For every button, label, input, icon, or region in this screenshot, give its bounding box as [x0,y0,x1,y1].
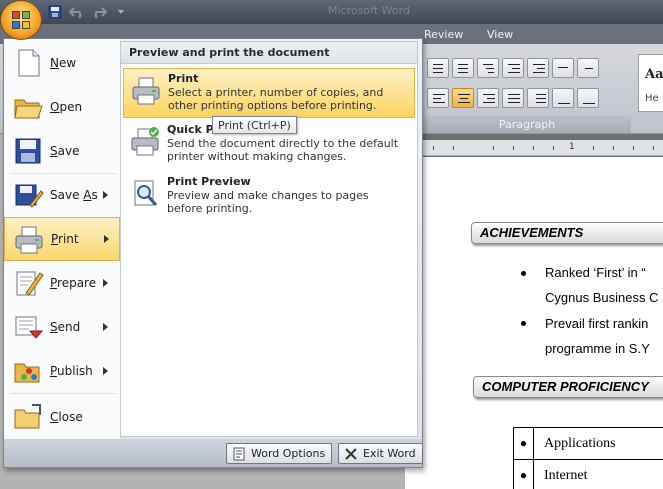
center-button[interactable] [452,88,474,108]
bullets-button[interactable] [427,58,449,78]
menu-item-label: Send [50,320,81,334]
decrease-indent-button[interactable] [502,58,524,78]
open-folder-icon [12,91,44,123]
title-bar: Microsoft Word [0,0,663,24]
word-options-label: Word Options [251,447,326,460]
customize-toolbar-icon[interactable] [112,3,130,21]
window-title: Microsoft Word [328,4,410,17]
doc-text-line: Prevail first rankin [545,316,649,331]
word-options-icon [233,447,245,461]
option-title: Print Preview [167,175,251,188]
prepare-icon [12,267,44,299]
table-cell: Applications [533,427,663,460]
option-description: Select a printer, number of copies, and … [168,86,384,112]
printer-icon [13,224,45,256]
office-button[interactable] [0,0,42,40]
menu-item-label: Save [50,144,80,158]
doc-text-line: programme in S.Y [545,341,650,356]
quick-access-toolbar [46,2,130,22]
submenu-arrow-icon [103,367,108,375]
close-folder-icon [12,401,44,433]
printer-icon [130,75,162,107]
styles-gallery[interactable]: Aa He [638,54,663,112]
office-logo-icon [12,11,32,30]
align-left-button[interactable] [427,88,449,108]
tab-review[interactable]: Review [424,28,463,41]
submenu-title: Preview and print the document [121,42,417,64]
exit-word-button[interactable]: Exit Word [338,443,423,464]
show-marks-button[interactable] [577,58,599,78]
quick-print-icon [129,126,161,158]
tab-view[interactable]: View [487,28,513,41]
menu-separator [10,393,116,394]
print-submenu: Preview and print the document Print Sele… [120,41,418,437]
save-as-icon [12,179,44,211]
exit-icon [345,448,357,460]
menu-item-label: Save As [50,188,98,202]
submenu-arrow-icon [103,279,108,287]
proficiency-table: ● Applications ● Internet [513,427,663,489]
option-description: Send the document directly to the defaul… [167,137,399,163]
borders-button[interactable] [577,88,599,108]
table-row: ● Applications [513,427,663,460]
menu-item-label: Publish [50,364,93,378]
word-options-button[interactable]: Word Options [226,443,333,464]
print-tooltip: Print (Ctrl+P) [212,116,297,134]
heading-computer-proficiency: COMPUTER PROFICIENCY [473,376,663,398]
menu-item-print[interactable]: Print [4,217,120,261]
justify-button[interactable] [502,88,524,108]
table-cell: Internet [533,459,663,489]
doc-text-line: Ranked ‘First’ in “ [545,265,646,280]
option-print-preview[interactable]: Print Preview Preview and make changes to… [123,172,415,222]
menu-item-send[interactable]: Send [4,305,120,349]
redo-icon[interactable] [90,3,108,21]
save-disk-icon [12,135,44,167]
menu-item-new[interactable]: New [4,41,120,85]
send-icon [12,311,44,343]
menu-item-open[interactable]: Open [4,85,120,129]
shading-button[interactable] [552,88,574,108]
bullet-dot [521,271,526,276]
undo-icon[interactable] [68,3,86,21]
menu-item-publish[interactable]: Publish [4,349,120,393]
menu-item-label: Close [50,410,83,424]
multilevel-list-button[interactable] [477,58,499,78]
print-preview-icon [129,178,161,210]
doc-text-line: Cygnus Business C [545,290,659,305]
menu-item-prepare[interactable]: Prepare [4,261,120,305]
horizontal-ruler[interactable]: 1 [423,140,663,156]
sort-button[interactable] [552,58,574,78]
heading-achievements: ACHIEVEMENTS [471,222,663,244]
increase-indent-button[interactable] [527,58,549,78]
line-spacing-button[interactable] [527,88,549,108]
office-menu-commands: New Open Save Save As Print Prepare Send Publis… [4,39,120,439]
menu-item-label: New [50,56,77,70]
office-menu: New Open Save Save As Print Prepare Send Publis… [3,38,423,468]
menu-item-save-as[interactable]: Save As [4,173,120,217]
align-right-button[interactable] [477,88,499,108]
option-title: Print [168,72,199,85]
menu-item-label: Open [50,100,83,114]
styles-preview-text: Aa [645,67,663,82]
ruler-number: 1 [569,142,575,152]
submenu-arrow-icon [103,191,108,199]
menu-item-label: Print [51,232,79,246]
numbering-button[interactable] [452,58,474,78]
option-description: Preview and make changes to pages before… [167,189,369,215]
styles-preview-sub: He [645,93,659,104]
menu-item-label: Prepare [50,276,97,290]
paragraph-group-label: Paragraph [423,116,631,133]
table-row: ● Internet [513,459,663,489]
office-menu-footer: Word Options Exit Word [4,439,423,467]
bullet-dot [521,321,526,326]
menu-item-close[interactable]: Close [4,395,120,439]
exit-word-label: Exit Word [363,447,416,460]
new-document-icon [12,47,44,79]
submenu-arrow-icon [104,235,109,243]
save-icon[interactable] [46,3,64,21]
publish-icon [12,355,44,387]
submenu-arrow-icon [103,323,108,331]
menu-item-save[interactable]: Save [4,129,120,173]
option-print[interactable]: Print Select a printer, number of copies,… [123,68,415,118]
